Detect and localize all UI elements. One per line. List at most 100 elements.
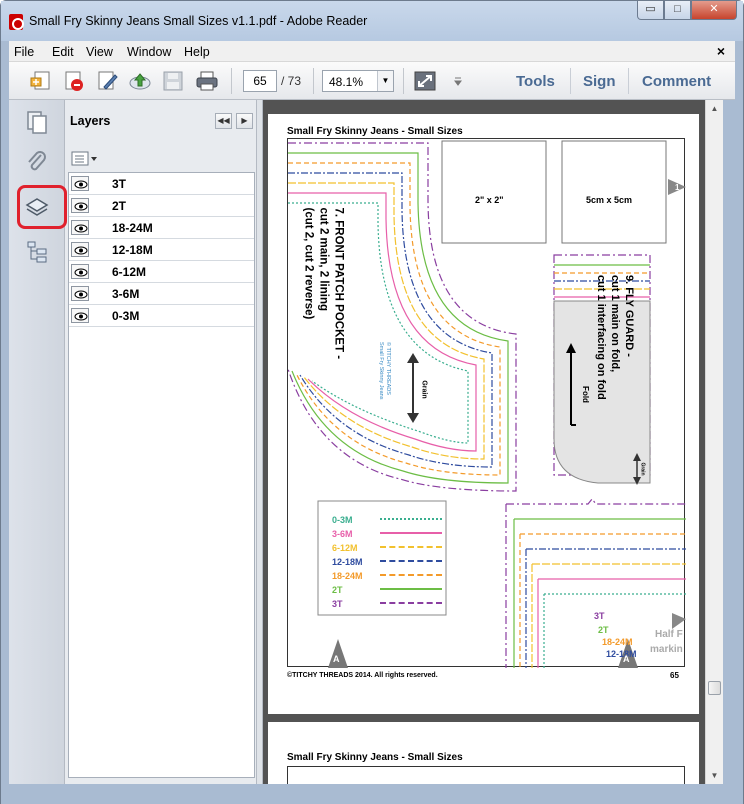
sign-button[interactable]: Sign bbox=[583, 73, 616, 90]
legend-label: 2T bbox=[332, 585, 343, 595]
eye-icon[interactable] bbox=[71, 286, 89, 301]
fly-grain-label: Grain bbox=[639, 462, 646, 476]
pattern-frame bbox=[287, 766, 685, 784]
scroll-down-icon[interactable]: ▼ bbox=[706, 767, 723, 784]
upload-icon[interactable] bbox=[128, 70, 152, 92]
pocket-title-block: 7. FRONT PATCH POCKET - cut 2 main, 2 li… bbox=[288, 208, 358, 420]
next-page-header: Small Fry Skinny Jeans - Small Sizes bbox=[287, 752, 463, 763]
legend-line bbox=[380, 574, 442, 576]
eye-icon[interactable] bbox=[71, 264, 89, 279]
legend-row: 18-24M bbox=[332, 568, 442, 582]
menu-edit[interactable]: Edit bbox=[52, 45, 74, 59]
layer-row[interactable]: 0-3M bbox=[69, 305, 254, 327]
close-document-button[interactable]: × bbox=[717, 43, 725, 59]
close-window-button[interactable]: ✕ bbox=[691, 1, 737, 20]
mini-size-label: 3T bbox=[594, 611, 605, 621]
page-number-input[interactable]: 65 bbox=[243, 70, 277, 92]
maximize-button[interactable]: □ bbox=[664, 1, 691, 20]
mini-size-label: 12-18M bbox=[606, 649, 637, 659]
scroll-up-icon[interactable]: ▲ bbox=[706, 100, 723, 117]
legend-label: 3-6M bbox=[332, 529, 353, 539]
layer-label: 12-18M bbox=[112, 243, 153, 257]
eye-icon[interactable] bbox=[71, 176, 89, 191]
app-window: Small Fry Skinny Jeans Small Sizes v1.1.… bbox=[0, 0, 744, 804]
eye-icon[interactable] bbox=[71, 198, 89, 213]
zoom-select[interactable]: 48.1% ▼ bbox=[322, 70, 394, 92]
legend-line bbox=[380, 588, 442, 590]
layer-row[interactable]: 3-6M bbox=[69, 283, 254, 305]
minimize-button[interactable]: ▭ bbox=[637, 1, 664, 20]
menu-file[interactable]: File bbox=[14, 45, 34, 59]
toolbar-separator bbox=[231, 68, 232, 94]
eye-icon[interactable] bbox=[71, 308, 89, 323]
layer-options-icon[interactable] bbox=[71, 151, 99, 167]
toolbar-separator bbox=[628, 68, 629, 94]
menu-bar: File Edit View Window Help × bbox=[9, 41, 735, 62]
zoom-value: 48.1% bbox=[329, 75, 364, 89]
toolbar-separator bbox=[313, 68, 314, 94]
layers-panel: Layers ◀◀ ▶ 3T 2T 18-24M 12-18M 6-12M 3-… bbox=[65, 100, 257, 784]
vertical-scrollbar[interactable]: ▲ ▼ bbox=[705, 100, 723, 784]
edit-icon[interactable] bbox=[95, 70, 119, 92]
document-view[interactable]: Small Fry Skinny Jeans - Small Sizes 2" … bbox=[263, 100, 705, 784]
convert-pdf-icon[interactable] bbox=[62, 70, 86, 92]
close-panel-button[interactable]: ▶ bbox=[236, 113, 253, 129]
fly-guard-title-block: 9. FLY GUARD - cut 1 main on fold, cut 1… bbox=[588, 275, 648, 479]
legend-row: 6-12M bbox=[332, 540, 442, 554]
mini-size-label: 2T bbox=[598, 625, 609, 635]
toolbar-options-icon[interactable] bbox=[446, 70, 470, 92]
fold-label: Fold bbox=[580, 386, 590, 403]
test-square-inch-label: 2" x 2" bbox=[475, 195, 504, 205]
menu-help[interactable]: Help bbox=[184, 45, 210, 59]
marker-a-label: A bbox=[333, 654, 340, 664]
layer-row[interactable]: 2T bbox=[69, 195, 254, 217]
layer-label: 3T bbox=[112, 177, 127, 191]
layers-title: Layers bbox=[70, 114, 111, 128]
legend-line bbox=[380, 602, 442, 604]
menu-view[interactable]: View bbox=[86, 45, 113, 59]
collapse-panel-button[interactable]: ◀◀ bbox=[215, 113, 232, 129]
layer-row[interactable]: 3T bbox=[69, 173, 254, 195]
layer-label: 3-6M bbox=[112, 287, 140, 301]
eye-icon[interactable] bbox=[71, 220, 89, 235]
legend-row: 3-6M bbox=[332, 526, 442, 540]
test-square-cm-label: 5cm x 5cm bbox=[586, 195, 633, 205]
comment-button[interactable]: Comment bbox=[642, 73, 711, 90]
save-icon[interactable] bbox=[161, 70, 185, 92]
brand-line2: Small Fry Skinny Jeans bbox=[378, 342, 384, 400]
page-header: Small Fry Skinny Jeans - Small Sizes bbox=[287, 126, 463, 137]
pdf-page: Small Fry Skinny Jeans - Small Sizes 2" … bbox=[268, 114, 699, 714]
chevron-down-icon[interactable]: ▼ bbox=[377, 71, 393, 91]
tools-button[interactable]: Tools bbox=[516, 73, 555, 90]
fit-page-icon[interactable] bbox=[413, 70, 437, 92]
brand-block: © TITCHY THREADS Small Fry Skinny Jeans bbox=[364, 342, 404, 419]
layer-row[interactable]: 18-24M bbox=[69, 217, 254, 239]
mini-size-label: 18-24M bbox=[602, 637, 633, 647]
pocket-title-line1: 7. FRONT PATCH POCKET - bbox=[332, 207, 345, 360]
marking-label: markin bbox=[650, 644, 683, 655]
toolbar-separator bbox=[570, 68, 571, 94]
print-icon[interactable] bbox=[195, 70, 219, 92]
legend-line bbox=[380, 546, 442, 548]
layer-row[interactable]: 12-18M bbox=[69, 239, 254, 261]
menu-window[interactable]: Window bbox=[127, 45, 171, 59]
scroll-thumb[interactable] bbox=[708, 681, 721, 695]
pages-icon[interactable] bbox=[25, 110, 49, 134]
legend-line bbox=[380, 532, 442, 534]
attachments-icon[interactable] bbox=[25, 150, 49, 174]
half-front-label: Half F bbox=[655, 629, 683, 640]
legend-line bbox=[380, 560, 442, 562]
title-bar: Small Fry Skinny Jeans Small Sizes v1.1.… bbox=[1, 1, 743, 41]
fly-guard-line3: cut 1 interfacing on fold bbox=[595, 275, 607, 400]
legend-label: 18-24M bbox=[332, 571, 363, 581]
toolbar-separator bbox=[403, 68, 404, 94]
layer-label: 18-24M bbox=[112, 221, 153, 235]
model-tree-icon[interactable] bbox=[25, 240, 49, 264]
eye-icon[interactable] bbox=[71, 242, 89, 257]
layer-list: 3T 2T 18-24M 12-18M 6-12M 3-6M 0-3M bbox=[68, 172, 255, 778]
create-pdf-icon[interactable] bbox=[29, 70, 53, 92]
layer-row[interactable]: 6-12M bbox=[69, 261, 254, 283]
legend-line bbox=[380, 518, 442, 520]
toolbar: 65 / 73 48.1% ▼ Tools Sign Comment bbox=[9, 62, 735, 100]
legend-label: 12-18M bbox=[332, 557, 363, 567]
